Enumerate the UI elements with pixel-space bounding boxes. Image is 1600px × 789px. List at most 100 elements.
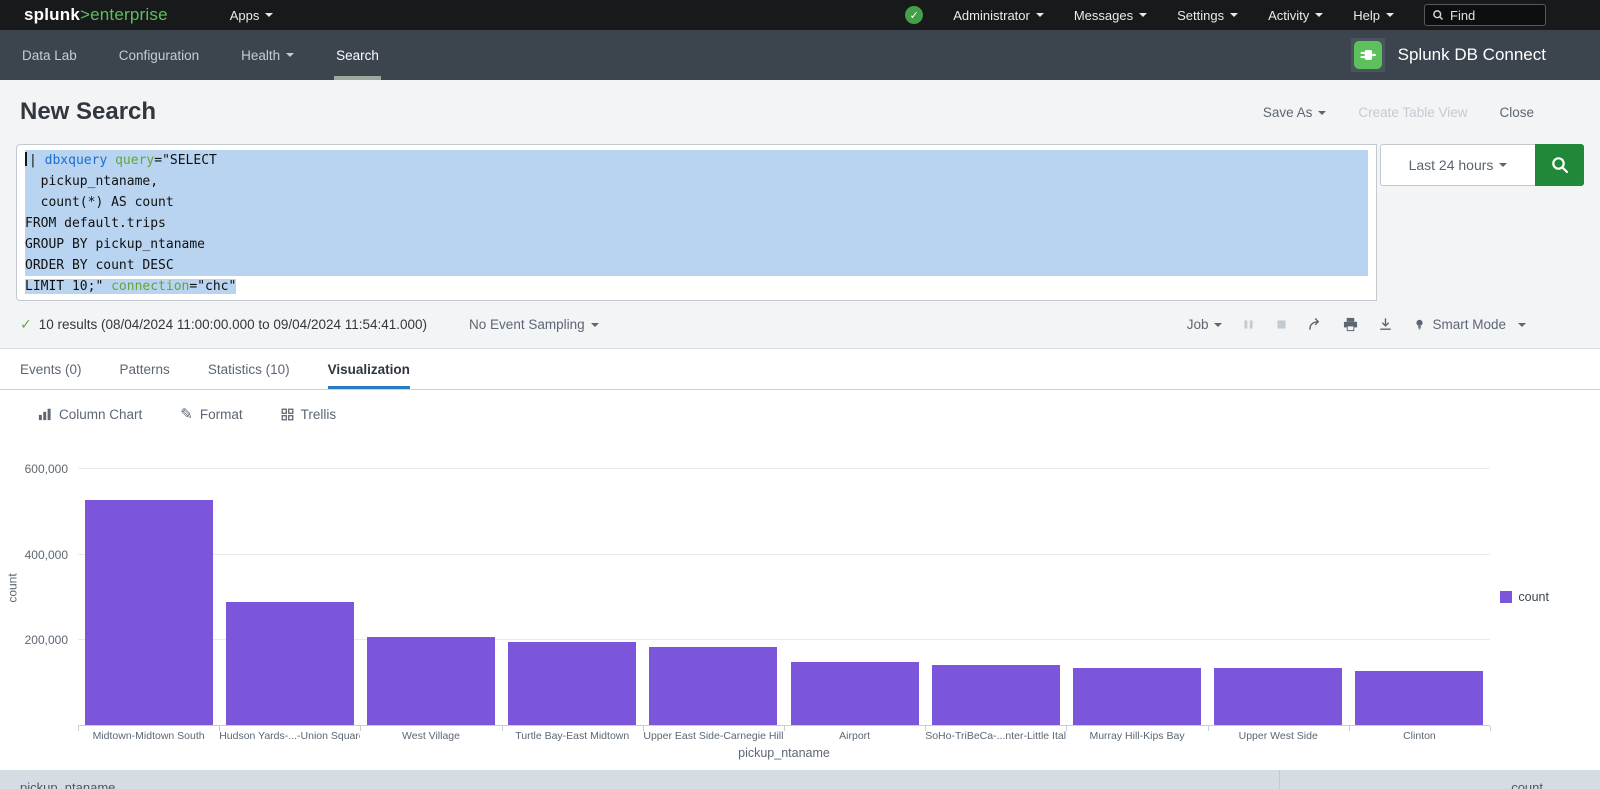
save-as-button[interactable]: Save As xyxy=(1263,105,1327,120)
results-tabs: Events (0) Patterns Statistics (10) Visuali… xyxy=(0,348,1600,390)
nav-item-configuration[interactable]: Configuration xyxy=(117,30,201,80)
legend-label: count xyxy=(1518,590,1549,604)
menu-help[interactable]: Help xyxy=(1353,8,1394,23)
tab-events-0[interactable]: Events (0) xyxy=(20,349,82,389)
x-category-label: Upper East Side-Carnegie Hill xyxy=(643,730,784,742)
export-download-icon[interactable] xyxy=(1378,317,1393,332)
x-category-label: Hudson Yards-...-Union Square xyxy=(219,730,360,742)
chevron-down-icon xyxy=(1318,111,1326,115)
chart-bar-airport[interactable] xyxy=(791,662,919,725)
pencil-icon: ✎ xyxy=(180,405,193,423)
chart-bar-west-village[interactable] xyxy=(367,637,495,725)
trellis-grid-icon xyxy=(281,408,294,421)
nav-item-data-lab[interactable]: Data Lab xyxy=(20,30,79,80)
query-line: ORDER BY count DESC xyxy=(25,255,1368,276)
bulb-icon xyxy=(1413,317,1426,332)
event-sampling-dropdown[interactable]: No Event Sampling xyxy=(469,317,599,332)
chevron-down-icon xyxy=(1499,163,1507,167)
topbar-menus: Administrator Messages Settings Activity Hel… xyxy=(953,8,1394,23)
chevron-down-icon xyxy=(1230,13,1238,17)
topbar-right-group: ✓ Administrator Messages Settings Activity H… xyxy=(905,4,1546,26)
table-column-header[interactable]: count xyxy=(1280,770,1600,789)
chart-bar-murray-hill-kips-bay[interactable] xyxy=(1073,668,1201,725)
menu-settings[interactable]: Settings xyxy=(1177,8,1238,23)
text-cursor xyxy=(25,152,27,166)
search-mode-dropdown[interactable]: Smart Mode xyxy=(1413,317,1526,332)
x-axis-title: pickup_ntaname xyxy=(78,746,1490,760)
splunk-logo-brand: splunk xyxy=(24,5,80,24)
x-category-label: Turtle Bay-East Midtown xyxy=(502,730,643,742)
top-navigation-bar: splunk>enterprise Apps ✓ Administrator Me… xyxy=(0,0,1600,30)
y-tick-label: 600,000 xyxy=(25,462,68,476)
chevron-down-icon xyxy=(1315,13,1323,17)
apps-menu-label: Apps xyxy=(230,8,260,23)
job-menu[interactable]: Job xyxy=(1187,317,1223,332)
chart-bar-upper-east-side-carnegie-hill[interactable] xyxy=(649,647,777,725)
chevron-down-icon xyxy=(1036,13,1044,17)
tab-patterns[interactable]: Patterns xyxy=(120,349,170,389)
time-range-label: Last 24 hours xyxy=(1409,157,1494,173)
x-category-label: West Village xyxy=(360,730,501,742)
chart-bar-clinton[interactable] xyxy=(1355,671,1483,725)
success-check-icon: ✓ xyxy=(20,316,32,333)
time-range-picker[interactable]: Last 24 hours xyxy=(1380,144,1535,186)
close-button[interactable]: Close xyxy=(1499,105,1534,120)
app-navigation-bar: Data Lab Configuration Health Search Splunk… xyxy=(0,30,1600,80)
print-icon[interactable] xyxy=(1343,317,1358,332)
apps-menu[interactable]: Apps xyxy=(230,8,274,23)
table-column-header[interactable]: pickup_ntaname xyxy=(0,770,1280,789)
find-search-input[interactable]: Find xyxy=(1424,4,1546,26)
column-chart: count 200,000 400,000 600,000 Midtown-Midt… xyxy=(0,438,1600,770)
nav-item-health[interactable]: Health xyxy=(239,30,296,80)
column-chart-icon xyxy=(38,407,52,421)
query-line: FROM default.trips xyxy=(25,213,1368,234)
query-line: | dbxquery query="SELECT xyxy=(25,150,1368,171)
chevron-down-icon xyxy=(1139,13,1147,17)
chart-bar-hudson-yards-union-square[interactable] xyxy=(226,602,354,725)
page-actions: Save As Create Table View Close xyxy=(1263,105,1534,120)
nav-item-search[interactable]: Search xyxy=(334,30,381,80)
search-icon xyxy=(1550,155,1570,175)
search-query-input[interactable]: | dbxquery query="SELECT pickup_ntaname,… xyxy=(16,144,1377,301)
chevron-down-icon xyxy=(1518,323,1526,327)
chart-legend[interactable]: count xyxy=(1500,590,1549,604)
splunk-logo[interactable]: splunk>enterprise xyxy=(24,5,168,25)
x-category-label: Airport xyxy=(784,730,925,742)
stop-icon xyxy=(1275,318,1288,331)
chart-bar-turtle-bay-east-midtown[interactable] xyxy=(508,642,636,725)
query-line: GROUP BY pickup_ntaname xyxy=(25,234,1368,255)
y-tick-label: 400,000 xyxy=(25,548,68,562)
x-category-label: Murray Hill-Kips Bay xyxy=(1066,730,1207,742)
run-search-button[interactable] xyxy=(1535,144,1584,186)
menu-administrator[interactable]: Administrator xyxy=(953,8,1044,23)
db-connect-plug-icon xyxy=(1354,41,1382,69)
health-check-icon[interactable]: ✓ xyxy=(905,6,923,24)
tab-visualization[interactable]: Visualization xyxy=(328,349,410,389)
chart-bar-midtown-midtown-south[interactable] xyxy=(85,500,213,725)
x-axis-category-labels: Midtown-Midtown SouthHudson Yards-...-Un… xyxy=(78,730,1490,742)
x-category-label: Midtown-Midtown South xyxy=(78,730,219,742)
plot-area xyxy=(78,450,1490,726)
chart-bar-soho-tribeca-nter-little-italy[interactable] xyxy=(932,665,1060,725)
app-nav-items: Data Lab Configuration Health Search xyxy=(20,30,381,80)
chart-type-picker[interactable]: Column Chart xyxy=(38,407,142,422)
page-title: New Search xyxy=(20,98,156,126)
trellis-button[interactable]: Trellis xyxy=(281,407,337,422)
menu-activity[interactable]: Activity xyxy=(1268,8,1323,23)
job-controls: Job Smart Mode xyxy=(1187,317,1526,332)
tab-statistics-10[interactable]: Statistics (10) xyxy=(208,349,290,389)
app-identity[interactable]: Splunk DB Connect xyxy=(1351,30,1546,80)
splunk-logo-product: >enterprise xyxy=(80,5,168,24)
chevron-down-icon xyxy=(591,323,599,327)
pause-icon xyxy=(1242,318,1255,331)
format-button[interactable]: ✎ Format xyxy=(180,405,242,423)
query-line: pickup_ntaname, xyxy=(25,171,1368,192)
page-header: New Search Save As Create Table View Clo… xyxy=(0,80,1600,144)
menu-messages[interactable]: Messages xyxy=(1074,8,1147,23)
search-icon xyxy=(1432,9,1444,21)
y-axis-tick-labels: 200,000 400,000 600,000 xyxy=(0,450,72,726)
chart-bar-upper-west-side[interactable] xyxy=(1214,668,1342,725)
share-icon[interactable] xyxy=(1308,317,1323,332)
y-tick-label: 200,000 xyxy=(25,633,68,647)
db-connect-icon-frame xyxy=(1351,38,1385,72)
